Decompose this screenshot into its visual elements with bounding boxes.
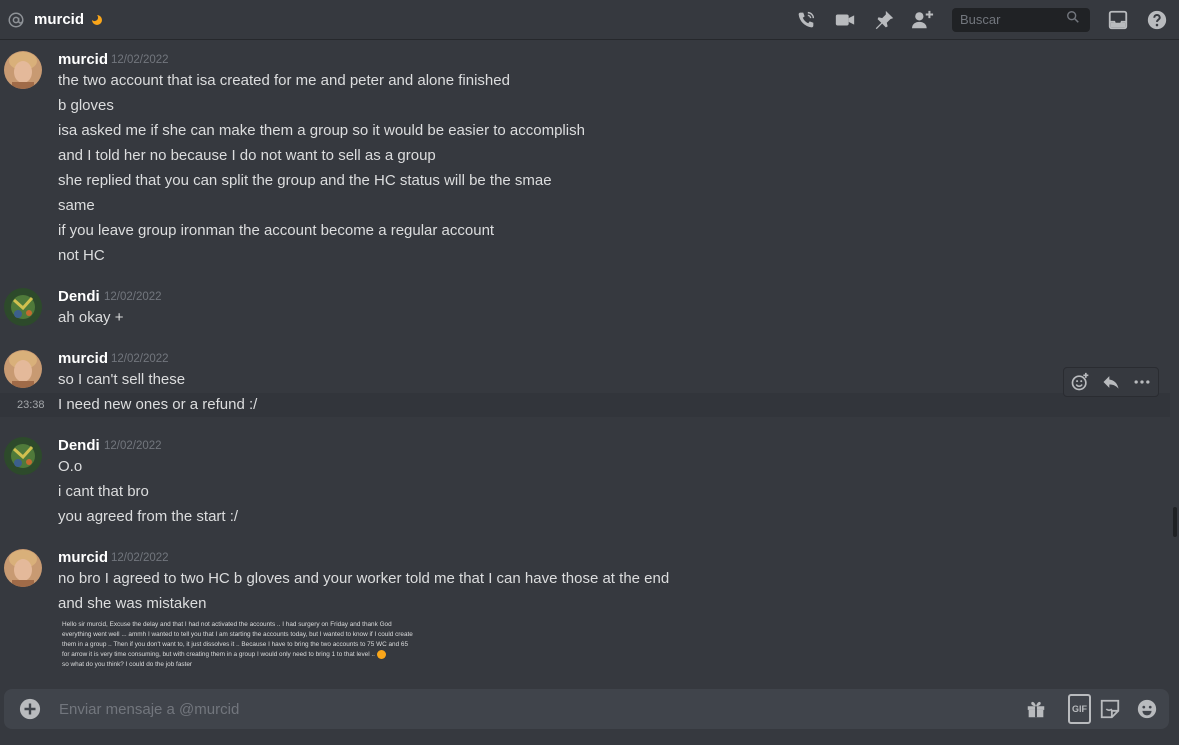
message-input[interactable] [57,699,1011,719]
inbox-icon[interactable] [1106,8,1130,32]
message-text: you agreed from the start :/ [58,508,239,525]
message-timestamp: 12/02/2022 [104,291,162,303]
message-text: I need new ones or a refund :/ [58,396,258,413]
attachment-text-line: everything went well ... ammh I wanted t… [62,631,413,638]
add-friend-icon[interactable] [911,8,935,32]
message-text: i cant that bro [58,483,149,500]
search-icon [1066,10,1080,29]
message-text: and she was mistaken [58,595,207,612]
gif-label: GIF [1068,694,1091,724]
message-actions [1063,367,1159,397]
pinned-messages-icon[interactable] [872,8,896,32]
message-text: if you leave group ironman the account b… [58,222,495,239]
composer-tools: GIF [1011,694,1159,724]
message-author[interactable]: murcid [58,549,108,566]
message-text: b gloves [58,97,114,114]
message-text: so I can't sell these [58,371,186,388]
emoji-icon[interactable] [1135,697,1159,721]
attachment-text-line: Hello sir murcid, Excuse the delay and t… [62,621,392,628]
channel-title: murcid [34,11,85,28]
avatar[interactable] [4,51,42,89]
message-author[interactable]: Dendi [58,437,100,454]
add-attachment-icon[interactable] [19,698,41,720]
scrollbar-thumb[interactable] [1173,507,1177,537]
message-text: she replied that you can split the group… [58,172,552,189]
attachment-text-line: for arrow it is very time consuming, but… [62,650,436,660]
message-text: not HC [58,247,105,264]
sticker-icon[interactable] [1098,697,1122,721]
help-icon[interactable] [1145,8,1169,32]
more-options-icon[interactable] [1131,371,1153,393]
voice-call-icon[interactable] [794,8,818,32]
avatar[interactable] [4,288,42,326]
at-icon [6,10,26,30]
message-timestamp: 12/02/2022 [111,54,169,66]
reply-icon[interactable] [1100,371,1122,393]
message-author[interactable]: murcid [58,51,108,68]
message-text: and I told her no because I do not want … [58,147,436,164]
avatar[interactable] [4,437,42,475]
message-text: same [58,197,95,214]
gift-icon[interactable] [1024,697,1048,721]
message-timestamp: 12/02/2022 [111,552,169,564]
search-box[interactable] [952,7,1090,32]
moon-status-icon [90,13,104,27]
message-timestamp: 12/02/2022 [111,353,169,365]
smile-emoji-icon [376,650,386,659]
video-call-icon[interactable] [833,8,857,32]
add-reaction-icon[interactable] [1069,371,1091,393]
avatar[interactable] [4,350,42,388]
attachment-text-line: them in a group .. Then if you don't wan… [62,641,409,648]
hover-timestamp: 23:38 [17,399,45,411]
message-text: isa asked me if she can make them a grou… [58,122,585,139]
message-text: O.o [58,458,83,475]
message-text: ah okay + [58,309,124,326]
message-author[interactable]: Dendi [58,288,100,305]
message-text: the two account that isa created for me … [58,72,510,89]
search-input[interactable] [958,11,1066,28]
header-toolbar [794,7,1179,32]
message-text: no bro I agreed to two HC b gloves and y… [58,570,670,587]
image-attachment[interactable]: Hello sir murcid, Excuse the delay and t… [58,617,440,671]
avatar[interactable] [4,549,42,587]
message-author[interactable]: murcid [58,350,108,367]
message-composer: GIF [4,689,1169,729]
message-timestamp: 12/02/2022 [104,440,162,452]
attachment-text-line: so what do you think? I could do the job… [62,661,193,669]
gif-icon[interactable]: GIF [1061,694,1091,724]
message-list[interactable]: murcid 12/02/2022 the two account that i… [0,41,1170,681]
channel-header: murcid [0,0,1179,40]
